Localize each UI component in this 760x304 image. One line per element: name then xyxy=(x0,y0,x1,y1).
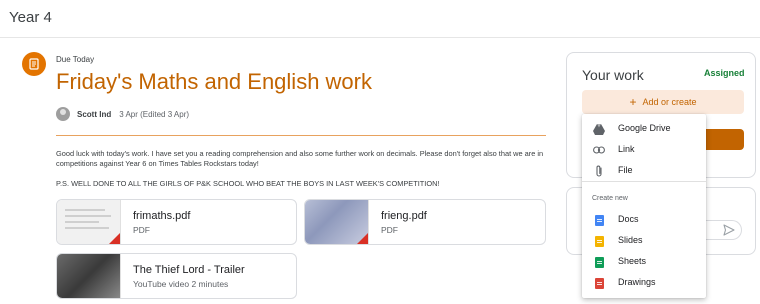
due-label: Due Today xyxy=(56,55,95,64)
top-bar: Year 4 xyxy=(0,0,760,38)
menu-item-slides[interactable]: Slides xyxy=(582,231,706,251)
create-new-heading: Create new xyxy=(592,195,628,202)
plus-icon: + xyxy=(629,95,637,109)
add-or-create-button[interactable]: + Add or create xyxy=(582,90,744,114)
assignment-description: Good luck with today's work. I have set … xyxy=(56,149,544,168)
attachment-type: PDF xyxy=(133,224,150,235)
author-row: Scott Ind 3 Apr (Edited 3 Apr) xyxy=(56,106,189,122)
menu-item-google-drive[interactable]: Google Drive xyxy=(582,119,706,139)
attachment-name: frimaths.pdf xyxy=(133,209,191,222)
attachment-frieng[interactable]: frieng.pdf PDF xyxy=(304,199,546,245)
your-work-title: Your work xyxy=(582,67,644,83)
video-thumbnail xyxy=(57,254,121,298)
menu-item-label: Google Drive xyxy=(618,123,671,133)
attachment-video[interactable]: The Thief Lord - Trailer YouTube video 2… xyxy=(56,253,297,299)
drawings-icon xyxy=(592,276,606,290)
class-name[interactable]: Year 4 xyxy=(9,9,52,26)
attachment-meta: YouTube video 2 minutes xyxy=(133,278,229,289)
docs-icon xyxy=(592,213,606,227)
paperclip-icon xyxy=(592,164,606,178)
menu-divider xyxy=(582,181,706,182)
post-date: 3 Apr (Edited 3 Apr) xyxy=(119,109,190,119)
author-name: Scott Ind xyxy=(77,109,112,119)
menu-item-label: Docs xyxy=(618,214,639,224)
google-drive-icon xyxy=(592,122,606,136)
assignment-title: Friday's Maths and English work xyxy=(56,69,372,94)
mark-as-done-button[interactable] xyxy=(700,129,744,150)
menu-item-label: Slides xyxy=(618,235,643,245)
pdf-thumbnail xyxy=(305,200,369,244)
menu-item-label: Sheets xyxy=(618,256,647,266)
add-or-create-label: Add or create xyxy=(642,97,697,107)
sheets-icon xyxy=(592,255,606,269)
pdf-thumbnail xyxy=(57,200,121,244)
attachment-frimaths[interactable]: frimaths.pdf PDF xyxy=(56,199,297,245)
slides-icon xyxy=(592,234,606,248)
divider xyxy=(56,135,546,136)
assignment-postscript: P.S. WELL DONE TO ALL THE GIRLS OF P&K S… xyxy=(56,179,440,188)
menu-item-label: Link xyxy=(618,144,635,154)
menu-item-sheets[interactable]: Sheets xyxy=(582,252,706,272)
attachment-name: frieng.pdf xyxy=(381,209,427,222)
menu-item-file[interactable]: File xyxy=(582,161,706,181)
add-or-create-menu: Google Drive Link File Create new Docs S… xyxy=(582,114,706,298)
send-icon[interactable] xyxy=(722,223,736,237)
attachment-name: The Thief Lord - Trailer xyxy=(133,263,245,276)
assignment-icon xyxy=(22,52,46,76)
menu-item-label: Drawings xyxy=(618,277,656,287)
link-icon xyxy=(592,143,606,157)
menu-item-docs[interactable]: Docs xyxy=(582,210,706,230)
menu-item-label: File xyxy=(618,165,633,175)
attachment-type: PDF xyxy=(381,224,398,235)
menu-item-link[interactable]: Link xyxy=(582,140,706,160)
avatar xyxy=(56,107,70,121)
menu-item-drawings[interactable]: Drawings xyxy=(582,273,706,293)
status-badge: Assigned xyxy=(704,68,745,78)
